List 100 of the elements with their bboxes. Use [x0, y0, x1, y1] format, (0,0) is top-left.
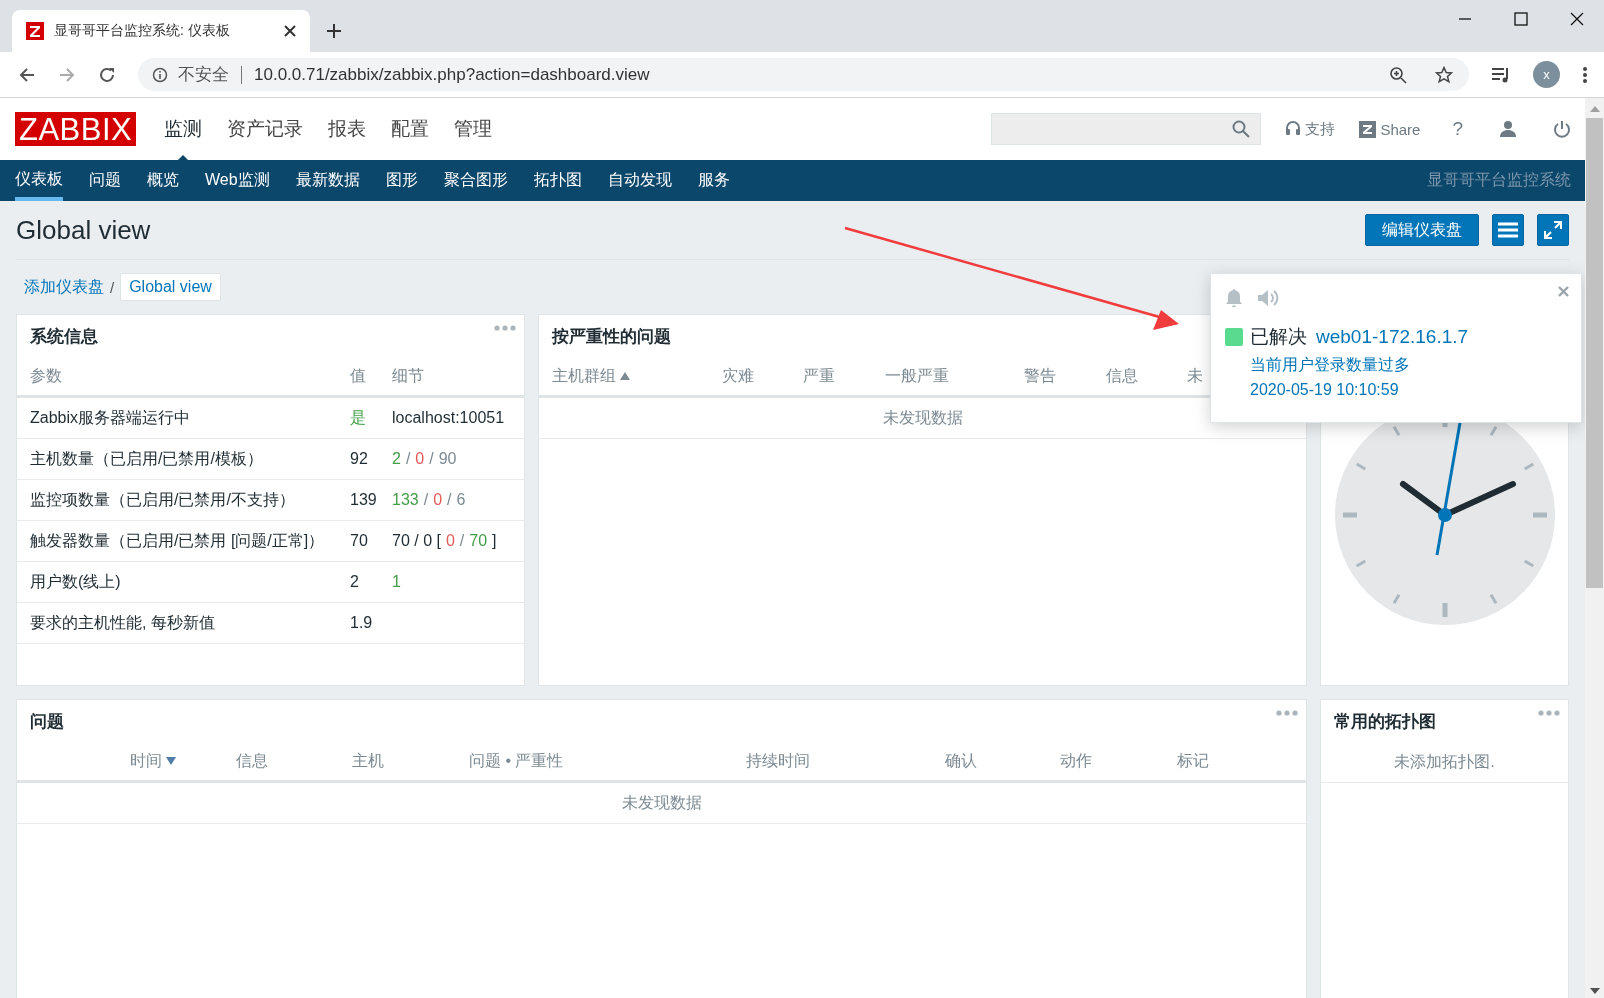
- nav-item[interactable]: 图形: [385, 160, 418, 201]
- status-text: 已解决: [1250, 325, 1307, 349]
- table-cell-text: 139: [350, 491, 378, 509]
- column-header[interactable]: 灾难: [722, 365, 803, 387]
- table-cell-text: 是: [350, 407, 367, 428]
- table-cell-text: 92: [350, 450, 369, 468]
- share-logo-icon[interactable]: [1359, 120, 1377, 138]
- column-header[interactable]: 动作: [1060, 750, 1177, 772]
- table-cell-text: 70: [350, 532, 369, 550]
- menu-icon: [1498, 222, 1518, 238]
- column-header[interactable]: 警告: [1024, 365, 1106, 387]
- table-cell-text: 触发器数量（已启用/已禁用 [问题/正常]）: [30, 530, 326, 551]
- no-data-text: 未添加拓扑图.: [1394, 751, 1495, 772]
- edit-dashboard-button[interactable]: 编辑仪表盘: [1365, 214, 1479, 246]
- new-tab-icon[interactable]: [326, 23, 342, 39]
- top-menu-item[interactable]: 资产记录: [227, 116, 304, 142]
- table-cell: localhost:10051: [392, 409, 505, 427]
- host-link[interactable]: web01-172.16.1.7: [1316, 326, 1469, 348]
- nav-item[interactable]: 问题: [89, 160, 121, 201]
- scrollbar-thumb[interactable]: [1586, 118, 1603, 588]
- table-cell: 1: [392, 573, 401, 591]
- close-icon[interactable]: [1558, 286, 1569, 297]
- nav-item[interactable]: 拓扑图: [533, 160, 582, 201]
- fullscreen-icon: [1544, 221, 1562, 239]
- scrollbar[interactable]: [1585, 98, 1604, 998]
- no-data-text: 未发现数据: [621, 792, 702, 813]
- widget-title: 系统信息: [30, 325, 98, 348]
- column-header: 值: [350, 365, 367, 386]
- address-bar[interactable]: 不安全 10.0.0.71/zabbix/zabbix.php?action=dashboard.view: [138, 58, 1469, 91]
- forward-icon[interactable]: [58, 65, 76, 84]
- table-cell-text: 2: [350, 573, 360, 591]
- share-link[interactable]: Share: [1380, 120, 1421, 138]
- breadcrumb-separator: /: [110, 278, 115, 296]
- column-header[interactable]: 信息: [236, 750, 352, 772]
- column-header[interactable]: 问题 • 严重性: [469, 750, 746, 772]
- column-header[interactable]: 严重: [803, 365, 885, 387]
- top-menu-item[interactable]: 管理: [454, 116, 493, 142]
- event-time-link[interactable]: 2020-05-19 10:10:59: [1250, 381, 1399, 398]
- nav-item[interactable]: 仪表板: [15, 160, 63, 201]
- search-field[interactable]: [991, 113, 1262, 145]
- headset-icon[interactable]: [1285, 120, 1302, 138]
- zoom-icon[interactable]: [1389, 65, 1407, 84]
- table-cell-text: 用户数(线上): [30, 571, 122, 592]
- menu-dots-icon[interactable]: [1582, 65, 1588, 84]
- table-cell-text: 主机数量（已启用/已禁用/模板）: [30, 448, 264, 469]
- zabbix-logo[interactable]: ZABBIX: [15, 112, 137, 146]
- profile-avatar[interactable]: x: [1533, 61, 1560, 88]
- close-window-icon[interactable]: [1570, 12, 1584, 26]
- table-cell-text: 1.9: [350, 614, 374, 632]
- widget-title: 按严重性的问题: [552, 325, 671, 348]
- close-tab-icon[interactable]: [284, 25, 296, 37]
- nav-item[interactable]: 自动发现: [607, 160, 672, 201]
- nav-item[interactable]: 最新数据: [295, 160, 360, 201]
- column-header[interactable]: 主机群组: [552, 365, 722, 387]
- nav-item[interactable]: 概览: [147, 160, 179, 201]
- sort-ascending-icon: [620, 372, 630, 380]
- page-title: Global view: [16, 214, 151, 246]
- search-icon[interactable]: [1232, 120, 1251, 138]
- table-cell-text: 监控项数量（已启用/已禁用/不支持）: [30, 489, 296, 510]
- media-icon[interactable]: [1491, 65, 1511, 84]
- nav-item[interactable]: 聚合图形: [443, 160, 508, 201]
- zabbix-favicon-icon: [26, 22, 44, 40]
- nav-item[interactable]: Web监测: [205, 160, 270, 201]
- column-header[interactable]: 信息: [1106, 365, 1187, 387]
- power-icon[interactable]: [1553, 120, 1571, 138]
- breadcrumb-link[interactable]: Global view: [120, 273, 221, 301]
- nav-item[interactable]: 服务: [697, 160, 730, 201]
- table-cell-text: 要求的主机性能, 每秒新值: [30, 612, 216, 633]
- menu-button[interactable]: [1492, 214, 1524, 246]
- column-header[interactable]: 主机: [352, 750, 469, 772]
- problem-link[interactable]: 当前用户登录数量过多: [1250, 356, 1410, 373]
- table-cell: 133 / 0 / 6: [392, 491, 466, 509]
- help-link[interactable]: ?: [1452, 118, 1463, 140]
- security-label: 不安全: [178, 64, 229, 86]
- scroll-up-icon[interactable]: [1589, 106, 1600, 112]
- column-header: 细节: [392, 365, 424, 386]
- column-header[interactable]: 一般严重: [885, 365, 1024, 387]
- star-icon[interactable]: [1435, 65, 1453, 84]
- widget-title: 常用的拓扑图: [1334, 710, 1436, 733]
- breadcrumb-link[interactable]: 添加仪表盘: [24, 276, 104, 298]
- back-icon[interactable]: [18, 65, 36, 84]
- column-header[interactable]: 确认: [945, 750, 1060, 772]
- fullscreen-button[interactable]: [1537, 214, 1569, 246]
- table-cell-text: Zabbix服务器端运行中: [30, 407, 192, 428]
- column-header[interactable]: 时间: [130, 750, 236, 772]
- scroll-down-icon[interactable]: [1589, 988, 1600, 994]
- brand-title: 显哥哥平台监控系统: [1427, 170, 1571, 190]
- top-menu-item[interactable]: 报表: [328, 116, 367, 142]
- top-menu-item[interactable]: 配置: [391, 116, 430, 142]
- table-cell: 2 / 0 / 90: [392, 450, 457, 468]
- support-link[interactable]: 支持: [1305, 119, 1336, 139]
- user-profile-icon[interactable]: [1499, 120, 1517, 138]
- maximize-icon[interactable]: [1514, 12, 1528, 26]
- info-icon[interactable]: [152, 66, 168, 83]
- column-header: 参数: [30, 365, 63, 386]
- column-header[interactable]: 标记: [1177, 750, 1277, 772]
- column-header[interactable]: 持续时间: [746, 750, 945, 772]
- widget-title: 问题: [30, 710, 64, 733]
- url-text[interactable]: 10.0.0.71/zabbix/zabbix.php?action=dashboard.view: [254, 64, 650, 85]
- reload-icon[interactable]: [98, 65, 116, 84]
